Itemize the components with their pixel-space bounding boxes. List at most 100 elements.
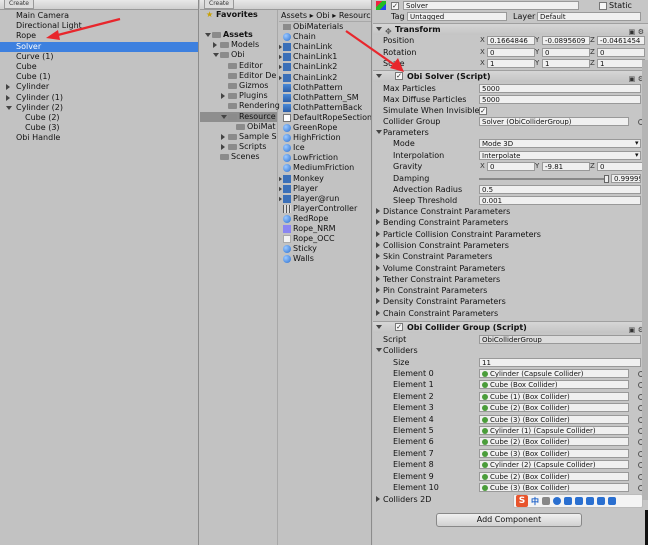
interpolation-field[interactable]: Interpolate [479,151,641,160]
project-create-button[interactable]: Create [204,0,234,9]
asset-item[interactable]: LowFriction [279,153,371,163]
hierarchy-item[interactable]: Obi Handle [0,133,198,143]
script-field[interactable]: ObiColliderGroup [479,335,641,344]
collider-element-field[interactable]: Cylinder (Capsule Collider) [479,369,629,378]
hierarchy-item[interactable]: Solver [0,41,198,52]
damping-field[interactable]: 0.99999 [611,174,641,183]
collider-element-field[interactable]: Cube (2) (Box Collider) [479,471,629,481]
expand-arrow-icon[interactable] [221,93,225,100]
punctuation-icon[interactable] [542,497,550,505]
collider-element-field[interactable]: Cube (2) (Box Collider) [479,403,629,413]
obi-solver-header[interactable]: ✓ Obi Solver (Script) ▣ ⚙ [373,70,648,83]
inspector-scrollbar[interactable] [642,60,648,500]
max-particles-field[interactable]: 5000 [479,84,641,93]
hierarchy-item[interactable]: Curve (1) [0,52,198,62]
constraint-foldout[interactable]: Density Constraint Parameters [373,296,648,307]
transform-rotation-y-field[interactable]: 0 [542,47,590,57]
collider-element-field[interactable]: Cube (2) (Box Collider) [479,437,629,447]
hierarchy-item[interactable]: Cube (1) [0,72,198,82]
microphone-icon[interactable] [564,497,572,505]
gravity-y-field[interactable]: -9.81 [542,162,590,171]
breadcrumb[interactable]: Assets ▸ Obi ▸ Resource [279,10,371,22]
expand-arrow-icon[interactable] [213,42,217,49]
asset-item[interactable]: Monkey [279,174,371,184]
asset-item[interactable]: MediumFriction [279,163,371,173]
asset-item[interactable]: Player [279,184,371,194]
project-tree-item[interactable]: Sample S [200,132,277,142]
project-tree-item[interactable]: Scenes [200,152,277,162]
asset-item[interactable]: Ice [279,143,371,153]
gravity-z-field[interactable]: 0 [597,162,645,171]
damping-slider-thumb[interactable] [603,175,609,183]
expand-arrow-icon[interactable] [279,195,282,202]
skin-icon[interactable] [597,497,605,505]
simulate-when-invisible-checkbox[interactable]: ✓ [479,107,487,115]
expand-arrow-icon[interactable] [279,185,282,192]
project-tree-item[interactable]: Assets [200,30,277,40]
transform-scale-x-field[interactable]: 1 [487,59,535,68]
mode-field[interactable]: Mode 3D [479,139,641,148]
collider-group-enabled-checkbox[interactable]: ✓ [395,323,403,331]
project-tree-item[interactable]: Plugins [200,91,277,101]
asset-item[interactable]: DefaultRopeSection [279,113,371,123]
transform-header[interactable]: ✥ Transform ▣ ⚙ [373,23,648,36]
project-tree-item[interactable]: Obi [200,50,277,60]
project-tree-item[interactable]: Editor [200,61,277,71]
hierarchy-item[interactable]: Cube [0,62,198,72]
tag-dropdown[interactable]: Untagged [407,12,507,21]
constraint-foldout[interactable]: Skin Constraint Parameters [373,251,648,262]
hierarchy-item[interactable]: Cube (3) [0,123,198,133]
project-tree-item[interactable]: Models [200,40,277,50]
asset-item[interactable]: GreenRope [279,123,371,133]
asset-item[interactable]: Sticky [279,244,371,254]
constraint-foldout[interactable]: Chain Constraint Parameters [373,308,648,319]
collider-element-field[interactable]: Cube (3) (Box Collider) [479,483,629,492]
constraint-foldout[interactable]: Distance Constraint Parameters [373,206,648,217]
favorites-item[interactable]: ★ Favorites [200,10,277,20]
ime-toolbar[interactable]: S 中 [513,494,643,508]
asset-item[interactable]: RedRope [279,214,371,224]
keyboard-icon[interactable] [575,497,583,505]
expand-arrow-icon[interactable] [213,53,219,58]
transform-position-z-field[interactable]: -0.0461454 [597,36,645,45]
constraint-foldout[interactable]: Volume Constraint Parameters [373,263,648,274]
hierarchy-item[interactable]: Cylinder (2) [0,103,198,113]
expand-arrow-icon[interactable] [279,74,282,81]
hierarchy-item[interactable]: Cube (2) [0,113,198,123]
asset-item[interactable]: Player@run [279,194,371,204]
gravity-x-field[interactable]: 0 [487,162,535,171]
static-checkbox[interactable] [599,2,607,10]
hierarchy-item[interactable]: Cylinder [0,82,198,92]
expand-arrow-icon[interactable] [221,134,225,140]
max-diffuse-particles-field[interactable]: 5000 [479,95,641,104]
transform-rotation-z-field[interactable]: 0 [597,47,645,57]
constraint-foldout[interactable]: Pin Constraint Parameters [373,285,648,296]
collider-element-field[interactable]: Cube (Box Collider) [479,380,629,390]
constraint-foldout[interactable]: Collision Constraint Parameters [373,240,648,251]
expand-arrow-icon[interactable] [279,54,282,61]
constraint-foldout[interactable]: Tether Constraint Parameters [373,274,648,285]
asset-item[interactable]: Walls [279,254,371,264]
damping-slider-track[interactable] [479,178,607,180]
asset-item[interactable]: HighFriction [279,133,371,143]
toolbox-icon[interactable] [608,497,616,505]
sleep-threshold-field[interactable]: 0.001 [479,196,641,205]
expand-arrow-icon[interactable] [6,84,10,91]
transform-scale-z-field[interactable]: 1 [597,59,645,68]
collider-element-field[interactable]: Cube (1) (Box Collider) [479,391,629,401]
expand-arrow-icon[interactable] [279,64,282,71]
transform-position-x-field[interactable]: 0.1664846 [487,36,535,45]
asset-item[interactable]: ClothPattern_SM [279,93,371,103]
asset-item[interactable]: Rope_NRM [279,224,371,234]
expand-arrow-icon[interactable] [221,144,225,151]
collider-element-field[interactable]: Cylinder (1) (Capsule Collider) [479,426,629,435]
collider-group-header[interactable]: ✓ Obi Collider Group (Script) ▣ ⚙ [373,321,648,334]
constraint-foldout[interactable]: Bending Constraint Parameters [373,217,648,228]
collider-element-field[interactable]: Cube (3) (Box Collider) [479,414,629,424]
emoji-icon[interactable] [553,497,561,505]
collider-group-field[interactable]: Solver (ObiColliderGroup) [479,117,629,126]
layer-dropdown[interactable]: Default [537,12,641,21]
object-name-field[interactable]: Solver [403,1,579,10]
hierarchy-create-button[interactable]: Create [4,0,34,9]
project-tree-item[interactable]: ObiMat [200,122,277,132]
